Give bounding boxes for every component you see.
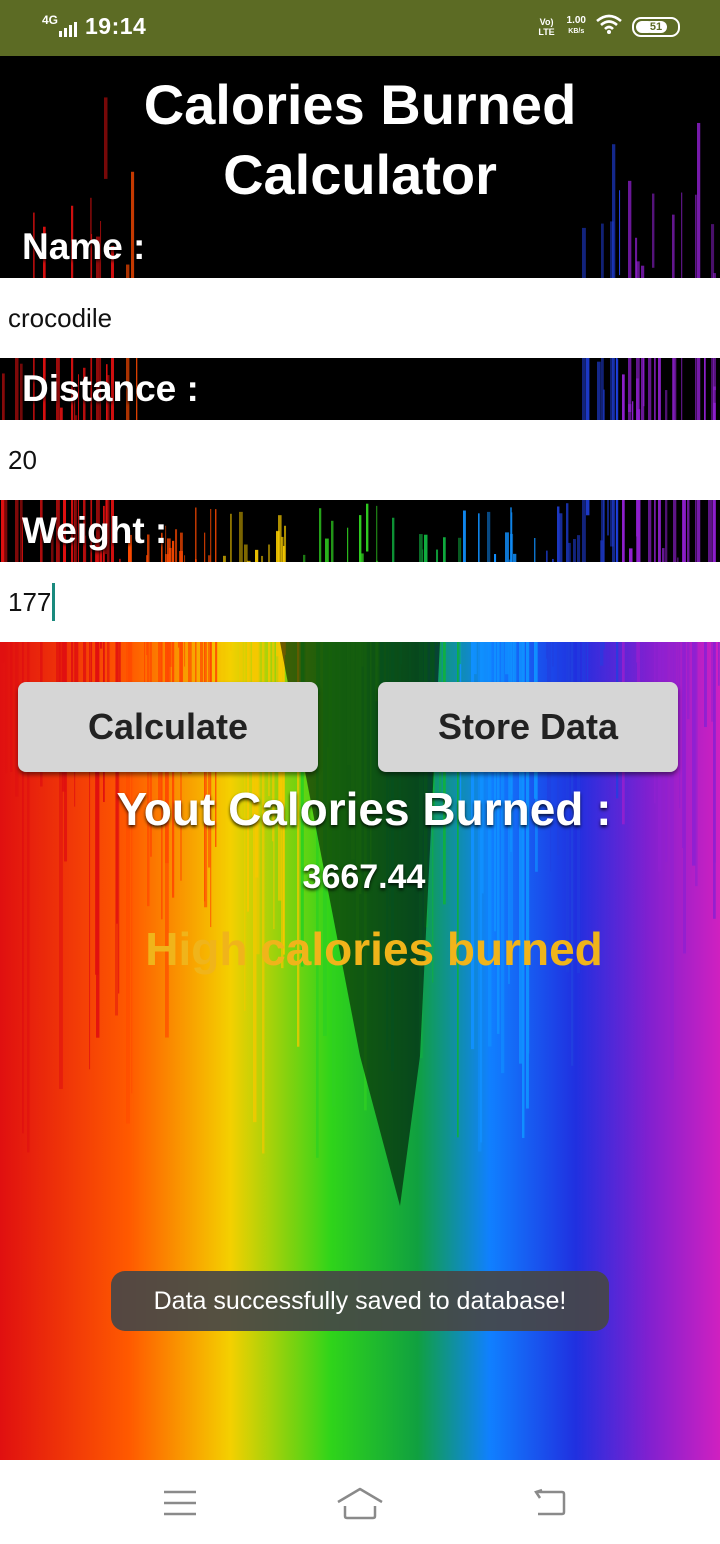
- clock: 19:14: [85, 13, 147, 39]
- signal-icon: [59, 17, 78, 37]
- result-status: High calories burned: [145, 923, 603, 975]
- status-bar: 4G 19:14 Vo) LTE 1.00 KB/s 51: [0, 0, 720, 56]
- decorative-streak: [366, 503, 369, 552]
- weight-input-value: 177: [8, 586, 52, 617]
- result-label: Yout Calories Burned :: [116, 783, 612, 835]
- toast-message: Data successfully saved to database!: [111, 1271, 609, 1331]
- navigation-bar: [0, 1460, 720, 1544]
- decorative-streak: [708, 493, 712, 563]
- title-line-2: Calculator: [223, 143, 497, 206]
- distance-input-value: 20: [8, 444, 37, 475]
- distance-input[interactable]: 20: [0, 420, 720, 500]
- menu-icon[interactable]: [150, 1478, 210, 1528]
- weight-label: Weight :: [22, 510, 168, 551]
- back-icon[interactable]: [518, 1478, 578, 1528]
- page-title: Calories Burned Calculator: [0, 70, 720, 210]
- weight-input[interactable]: 177: [0, 562, 720, 642]
- text-cursor: [52, 583, 56, 621]
- speed-value: 1.00: [566, 15, 586, 26]
- decorative-streak: [704, 639, 707, 728]
- name-input-value: crocodile: [8, 302, 113, 333]
- distance-label: Distance :: [22, 368, 199, 409]
- network-speed: 1.00 KB/s: [567, 16, 586, 37]
- app-screen: 4G 19:14 Vo) LTE 1.00 KB/s 51 Calories B…: [0, 0, 720, 1544]
- battery-icon: 51: [632, 16, 680, 37]
- volte-icon: Vo) LTE: [538, 16, 555, 37]
- speed-unit: KB/s: [568, 28, 585, 35]
- store-data-button[interactable]: Store Data: [378, 682, 678, 772]
- title-line-1: Calories Burned: [143, 73, 577, 136]
- battery-percent: 51: [644, 20, 668, 33]
- name-input[interactable]: crocodile: [0, 278, 720, 358]
- calculate-button[interactable]: Calculate: [18, 682, 318, 772]
- result-value: 3667.44: [302, 858, 426, 896]
- status-bar-right: Vo) LTE 1.00 KB/s 51: [537, 14, 680, 39]
- status-bar-left: 4G 19:14: [42, 13, 146, 40]
- network-type: 4G: [42, 12, 59, 27]
- wifi-icon: [596, 14, 622, 39]
- decorative-streak: [612, 144, 616, 588]
- home-icon[interactable]: [330, 1478, 390, 1528]
- name-label: Name :: [22, 226, 146, 267]
